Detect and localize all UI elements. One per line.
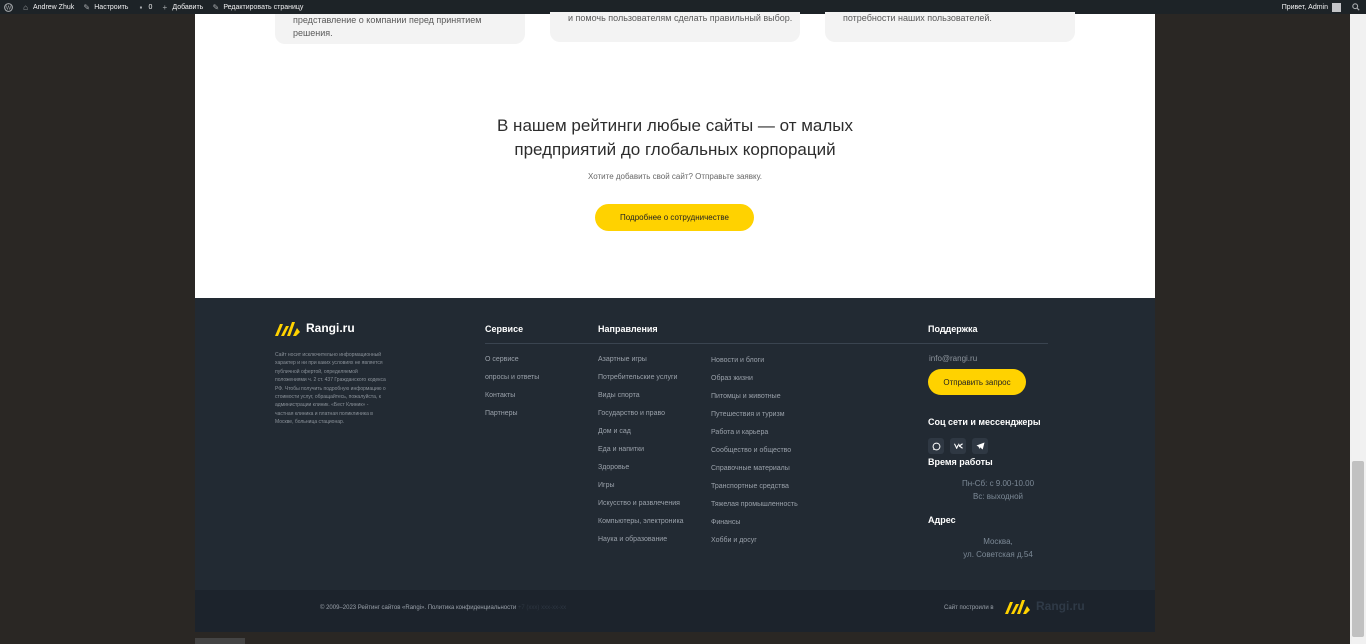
footer-link[interactable]: Игры [598, 482, 684, 500]
home-icon: ⌂ [23, 2, 28, 12]
admin-bar-customize[interactable]: ✎ Настроить [82, 3, 128, 12]
rangi-logo-icon [1005, 600, 1030, 614]
page-content: представление о компании перед принятием… [195, 12, 1155, 298]
hours-weekdays: Пн-Сб: с 9.00-10.00 [961, 479, 1035, 488]
address-street: ул. Советская д.54 [963, 550, 1033, 559]
comment-icon: ▪ [139, 2, 143, 12]
copyright-text[interactable]: © 2009–2023 Рейтинг сайтов «Rangi». Поли… [320, 605, 516, 611]
send-request-button[interactable]: Отправить запрос [928, 369, 1026, 395]
plus-icon: + [162, 2, 168, 12]
copyright: © 2009–2023 Рейтинг сайтов «Rangi». Поли… [320, 605, 566, 611]
footer-disclaimer: Сайт носит исключительно информационный … [275, 352, 386, 426]
footer-link[interactable]: опросы и ответы [485, 374, 539, 392]
footer-link[interactable]: Путешествия и туризм [711, 411, 798, 429]
admin-bar-site[interactable]: ⌂ Andrew Zhuk [21, 3, 74, 12]
support-title: Поддержка [928, 324, 978, 334]
admin-bar-edit-page[interactable]: ✎ Редактировать страницу [211, 3, 303, 12]
social-title: Соц сети и мессенджеры [928, 417, 1041, 427]
vk-icon[interactable] [950, 438, 966, 454]
directions-links-col1: Азартные игры Потребительские услуги Вид… [598, 356, 684, 554]
footer-link[interactable]: Новости и блоги [711, 357, 798, 375]
cta-title-line: предприятий до глобальных корпораций [514, 140, 836, 159]
address-city: Москва, [983, 537, 1013, 546]
card-text: и помочь пользователям сделать правильны… [568, 13, 793, 23]
footer-link[interactable]: Компьютеры, электроника [598, 518, 684, 536]
footer-link[interactable]: Тяжелая промышленность [711, 501, 798, 519]
footer-link[interactable]: Государство и право [598, 410, 684, 428]
footer-link[interactable]: Питомцы и животные [711, 393, 798, 411]
support-email[interactable]: info@rangi.ru [929, 354, 977, 363]
footer-link[interactable]: Партнеры [485, 410, 539, 428]
admin-greeting[interactable]: Привет, Admin [1282, 4, 1328, 11]
built-by-label: Сайт построили в [944, 605, 994, 611]
pencil-icon: ✎ [212, 2, 220, 12]
footer-link[interactable]: Транспортные средства [711, 483, 798, 501]
add-new-label: Добавить [172, 3, 204, 11]
footer-link[interactable]: Сообщество и общество [711, 447, 798, 465]
cta-title: В нашем рейтинги любые сайты — от малых … [195, 114, 1155, 162]
feature-card: представление о компании перед принятием… [275, 14, 525, 44]
card-text: потребности наших пользователей. [843, 13, 992, 23]
footer: Rangi.ru Сайт носит исключительно информ… [195, 298, 1155, 590]
working-hours: Пн-Сб: с 9.00-10.00 Вс: выходной [928, 477, 1068, 503]
footer-link[interactable]: Здоровье [598, 464, 684, 482]
customize-label: Настроить [94, 3, 129, 11]
edit-page-label: Редактировать страницу [223, 3, 304, 11]
brush-icon: ✎ [83, 2, 91, 12]
footer-link[interactable]: Хобби и досуг [711, 537, 798, 555]
bottom-tab [195, 638, 245, 644]
footer-link[interactable]: Работа и карьера [711, 429, 798, 447]
scrollbar-thumb[interactable] [1352, 461, 1364, 637]
footer-link[interactable]: Наука и образование [598, 536, 684, 554]
directions-title: Направления [598, 324, 658, 334]
feature-card: и помочь пользователям сделать правильны… [550, 12, 800, 42]
rangi-logo-icon [275, 322, 300, 336]
directions-links-col2: Новости и блоги Образ жизни Питомцы и жи… [711, 357, 798, 555]
scrollbar[interactable] [1350, 14, 1366, 644]
card-text: представление о компании перед принятием [293, 15, 482, 25]
address: Москва, ул. Советская д.54 [928, 535, 1068, 561]
footer-link[interactable]: Контакты [485, 392, 539, 410]
wordpress-logo[interactable]: W [4, 2, 13, 12]
admin-bar-add-new[interactable]: + Добавить [160, 2, 204, 12]
admin-bar-comments[interactable]: ▪ 0 [136, 2, 153, 12]
avatar[interactable] [1332, 2, 1341, 12]
search-icon[interactable] [1351, 3, 1360, 12]
footer-link[interactable]: Дом и сад [598, 428, 684, 446]
hours-title: Время работы [928, 457, 993, 467]
card-text: решения. [293, 28, 333, 38]
footer-link[interactable]: О сервисе [485, 356, 539, 374]
address-title: Адрес [928, 515, 956, 525]
footer-link[interactable]: Азартные игры [598, 356, 684, 374]
service-title: Сервисе [485, 324, 524, 334]
footer-divider [485, 343, 1048, 344]
cta-subtitle: Хотите добавить свой сайт? Отправьте зая… [587, 172, 763, 181]
footer-link[interactable]: Справочные материалы [711, 465, 798, 483]
footer-bottom-bar: © 2009–2023 Рейтинг сайтов «Rangi». Поли… [195, 590, 1155, 632]
cta-title-line: В нашем рейтинги любые сайты — от малых [497, 116, 853, 135]
footer-link[interactable]: Финансы [711, 519, 798, 537]
service-links: О сервисе опросы и ответы Контакты Партн… [485, 356, 539, 428]
developer-logo-text: Rangi.ru [1036, 599, 1085, 613]
footer-link[interactable]: Еда и напитки [598, 446, 684, 464]
telegram-icon[interactable] [972, 438, 988, 454]
whatsapp-icon[interactable] [928, 438, 944, 454]
comments-count: 0 [148, 3, 153, 11]
developer-logo[interactable]: Rangi.ru [1005, 598, 1085, 614]
hours-sunday: Вс: выходной [973, 492, 1023, 501]
footer-brand: Rangi.ru [306, 321, 355, 335]
admin-bar-user: Andrew Zhuk [33, 3, 75, 11]
wordpress-icon: W [4, 2, 13, 12]
footer-link[interactable]: Виды спорта [598, 392, 684, 410]
footer-link[interactable]: Искусство и развлечения [598, 500, 684, 518]
cooperation-button[interactable]: Подробнее о сотрудничестве [595, 204, 754, 231]
footer-phone[interactable]: +7 (xxx) xxx-xx-xx [518, 605, 566, 611]
footer-link[interactable]: Образ жизни [711, 375, 798, 393]
footer-link[interactable]: Потребительские услуги [598, 374, 684, 392]
footer-logo[interactable]: Rangi.ru [275, 320, 355, 336]
feature-card: потребности наших пользователей. [825, 12, 1075, 42]
